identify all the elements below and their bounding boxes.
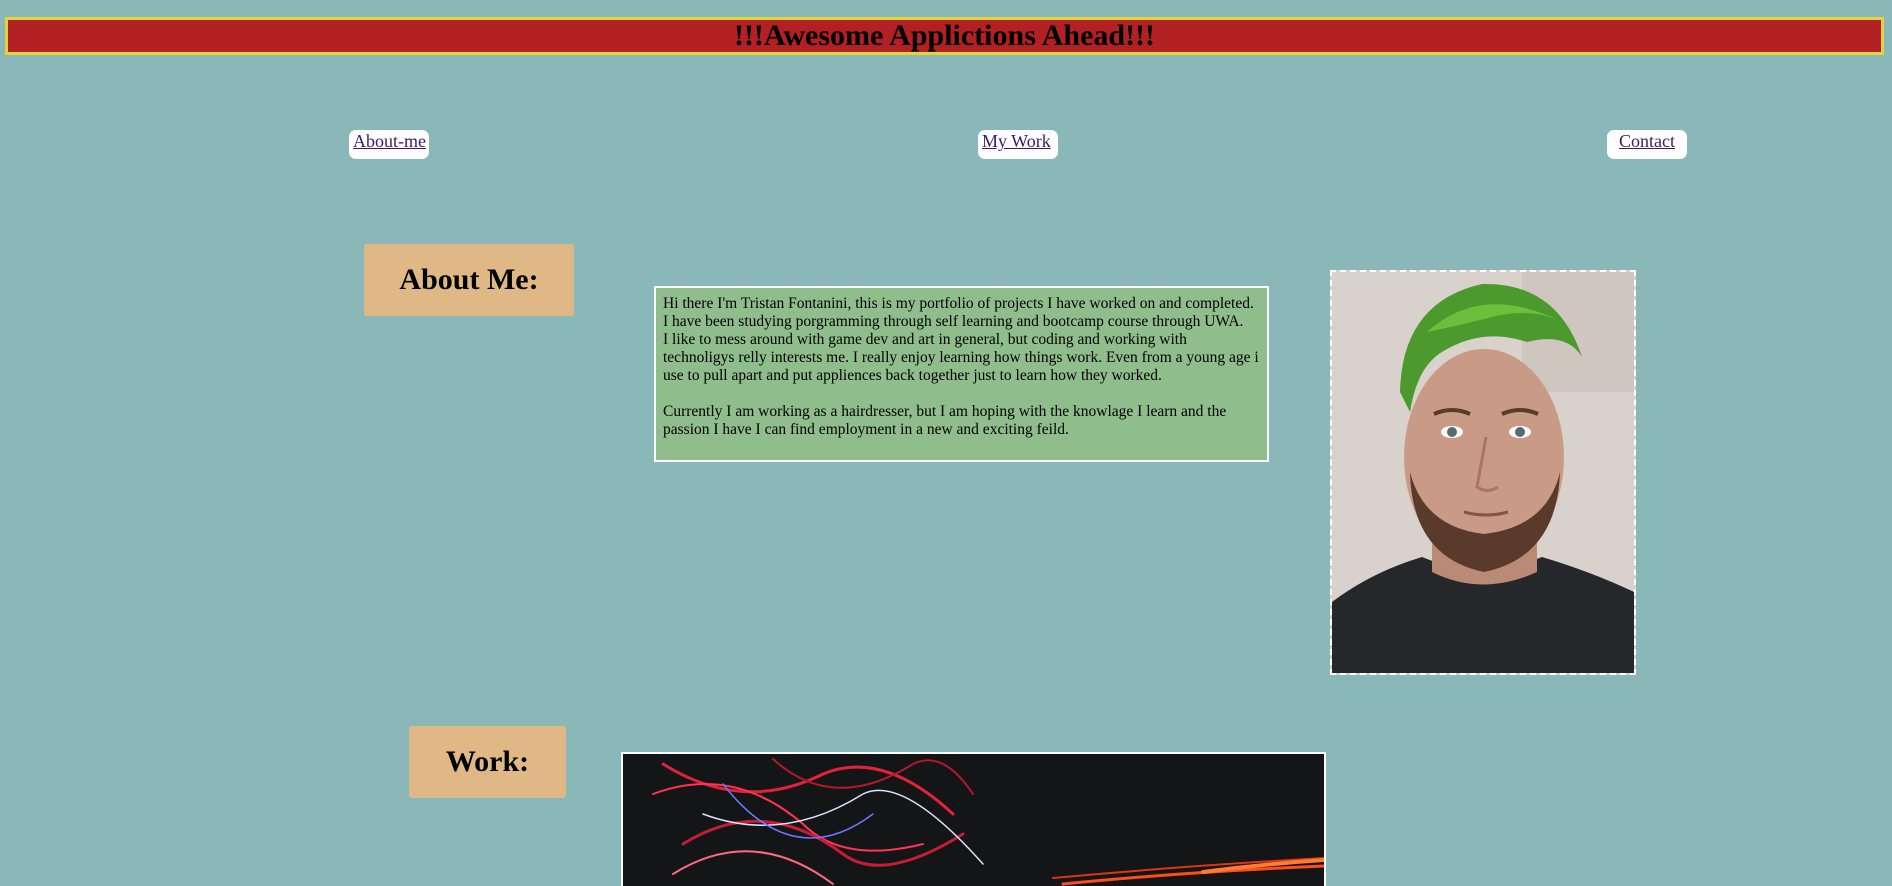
about-me-text: Hi there I'm Tristan Fontanini, this is … [654,286,1269,462]
about-paragraph-1: Hi there I'm Tristan Fontanini, this is … [663,295,1254,330]
nav-link-my-work[interactable]: My Work [978,130,1058,159]
about-paragraph-2: I like to mess around with game dev and … [663,331,1259,384]
profile-photo [1330,270,1636,675]
work-project-image[interactable] [621,752,1326,886]
site-header: !!!Awesome Applictions Ahead!!! [5,17,1884,55]
portfolio-page: !!!Awesome Applictions Ahead!!! About-me… [0,0,1892,886]
about-me-heading: About Me: [364,244,574,316]
nav-link-about-me[interactable]: About-me [349,130,429,159]
nav-link-contact[interactable]: Contact [1607,130,1687,159]
work-heading: Work: [409,726,566,798]
about-paragraph-3: Currently I am working as a hairdresser,… [663,403,1227,438]
site-title: !!!Awesome Applictions Ahead!!! [733,19,1156,52]
